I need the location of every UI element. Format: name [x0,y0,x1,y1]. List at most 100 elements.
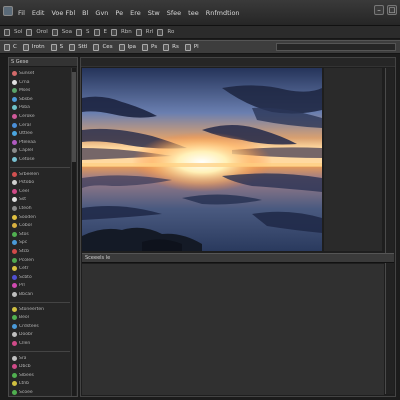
panel-tool-icon[interactable] [4,43,10,51]
layer-group-divider [10,350,70,352]
layer-item[interactable]: Pcolen [12,257,70,264]
toolbar-tool-icon[interactable] [110,28,117,36]
panel-tool-icon[interactable] [184,43,191,51]
layers-scrollbar[interactable] [71,68,76,396]
layer-item[interactable]: Cerar [12,122,70,129]
layer-item[interactable]: Cobor [12,222,70,229]
panel-header-item[interactable]: Pl [194,44,199,50]
toolbar-tool-icon[interactable] [93,28,100,36]
sunset-photo[interactable] [82,68,322,251]
layer-color-icon [12,96,17,102]
panel-tool-icon[interactable] [163,43,170,51]
maximize-button[interactable]: □ [387,5,397,15]
layer-item[interactable]: Stoneerten [12,306,70,313]
panel-tool-icon[interactable] [142,43,149,51]
toolbar-item[interactable]: Orol [36,29,47,35]
canvas-scrollbar[interactable] [385,68,394,394]
layer-label: Scbto [19,274,32,280]
layer-item[interactable]: Scbto [12,274,70,281]
panel-header-item[interactable]: Irotn [32,44,45,50]
panel-header-item[interactable]: Ps [151,44,157,50]
menu-item[interactable]: tee [187,8,200,18]
layer-item[interactable]: Prl [12,282,70,289]
layer-item[interactable]: Stcb [12,248,70,255]
layer-item[interactable]: Ceroke [12,113,70,120]
toolbar-item[interactable]: E [104,29,107,35]
layer-label: Pstobo [19,180,35,186]
menu-item[interactable]: Bl [81,8,89,18]
toolbar-tool-icon[interactable] [157,28,164,36]
layer-item[interactable]: Ceel [12,188,70,195]
layers-scrollbar-thumb[interactable] [72,72,76,162]
toolbar-tool-icon[interactable] [4,28,10,36]
app-icon [3,6,13,16]
layer-item[interactable]: Lteoh [12,205,70,212]
panel-header-item[interactable]: Ipa [128,44,136,50]
layer-item[interactable]: Pstobo [12,179,70,186]
toolbar-tool-icon[interactable] [51,28,58,36]
layer-item[interactable]: Crna [12,79,70,86]
layer-item[interactable]: Sst [12,196,70,203]
toolbar-item[interactable]: Soa [62,29,72,35]
panel-tool-icon[interactable] [69,43,76,51]
menu-item[interactable]: Edit [31,8,46,18]
layer-item[interactable]: Slbees [12,372,70,379]
toolbar-item[interactable]: Sol [14,29,22,35]
layer-item[interactable]: Cllen [12,340,70,347]
toolbar-item[interactable]: S [86,29,90,35]
menu-item[interactable]: Rnfmdtion [205,8,241,18]
layer-item[interactable]: Doobr [12,331,70,338]
layer-item[interactable]: Sunset [12,70,70,77]
layer-item[interactable]: Uttlee [12,130,70,137]
layer-item[interactable]: Sooden [12,214,70,221]
menu-item[interactable]: Sfee [166,8,182,18]
panel-tool-icon[interactable] [50,43,57,51]
panel-header-item[interactable]: C [13,44,17,50]
layer-item[interactable]: Poba [12,104,70,111]
menu-item[interactable]: Stw [147,8,161,18]
toolbar-tool-icon[interactable] [26,28,33,36]
toolbar-item[interactable]: Ro [167,29,174,35]
layer-color-icon [12,214,17,220]
lower-panel-title[interactable]: Sceeels le [85,255,110,261]
panel-header-item[interactable]: Sttl [78,44,87,50]
panel-header-item[interactable]: Rs [172,44,179,50]
layer-item[interactable]: Sra [12,355,70,362]
menu-item[interactable]: Gvn [94,8,109,18]
panel-header-item[interactable]: S [60,44,64,50]
panel-header-item[interactable]: Ces [102,44,112,50]
minimize-button[interactable]: – [374,5,384,15]
layer-label: Pteleaa [19,139,36,145]
layer-item[interactable]: Ltnb [12,380,70,387]
layer-item[interactable]: Pteleaa [12,139,70,146]
panel-tool-icon[interactable] [93,43,100,51]
menu-item[interactable]: Fil [17,8,26,18]
layer-item[interactable]: Dbcb [12,363,70,370]
toolbar-tool-icon[interactable] [135,28,142,36]
layer-item[interactable]: Spc [12,239,70,246]
layer-item[interactable]: Beor [12,314,70,321]
menu-item[interactable]: Pe [114,8,124,18]
layer-item[interactable]: Cetose [12,156,70,163]
layer-color-icon [12,131,17,137]
toolbar-item[interactable]: Rrl [146,29,154,35]
toolbar-item[interactable]: Rbn [121,29,132,35]
layer-item[interactable]: Scoee [12,389,70,396]
layer-item[interactable]: Crdstees [12,323,70,330]
panel-tool-icon[interactable] [22,43,29,51]
layer-item[interactable]: Srbeelen [12,171,70,178]
panel-tool-icon[interactable] [118,43,125,51]
menu-item[interactable]: Voe Fbl [50,8,76,18]
panel-search-bar[interactable] [276,43,396,51]
layer-label: Doobr [19,332,33,338]
layer-item[interactable]: Sbsbe [12,96,70,103]
menu-item[interactable]: Ere [129,8,142,18]
toolbar-tool-icon[interactable] [76,28,82,36]
layer-item[interactable]: Cetr [12,265,70,272]
layer-item[interactable]: Mses [12,87,70,94]
layer-item[interactable]: Caplel [12,147,70,154]
layer-item[interactable]: Stos [12,231,70,238]
layers-panel-tab[interactable]: S Gese [11,59,28,65]
layer-item[interactable]: Bbcan [12,291,70,298]
menu-bar: Fil Edit Voe Fbl Bl Gvn Pe Ere Stw Sfee tee Rnfmdt… [17,8,241,18]
